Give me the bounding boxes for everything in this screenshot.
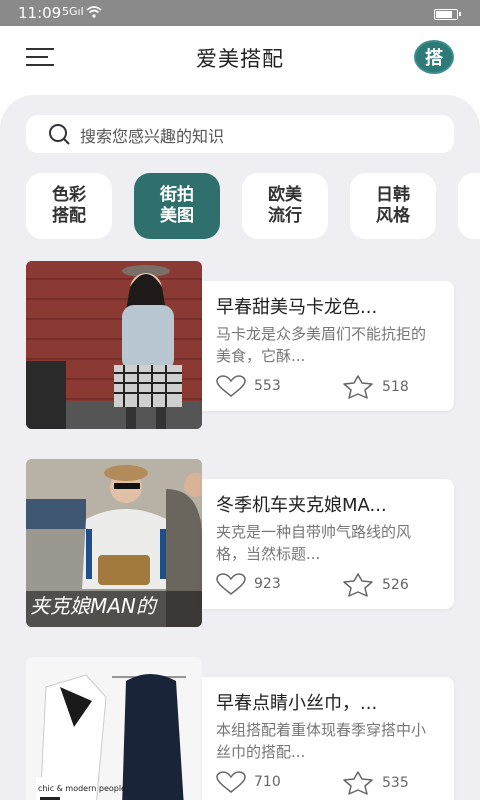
article-photo[interactable]: 夹克娘MAN的 — [26, 459, 202, 627]
page-title: 爱美搭配 — [196, 47, 284, 71]
article-stats: 710 535 — [216, 771, 440, 795]
category-chip-jk-style[interactable]: 日韩 风格 — [350, 173, 436, 239]
category-chip-color-matching[interactable]: 色彩 搭配 — [26, 173, 112, 239]
search-icon — [49, 124, 70, 145]
heart-icon — [216, 771, 246, 793]
search-input[interactable]: 搜索您感兴趣的知识 — [80, 123, 224, 147]
article-photo[interactable] — [26, 261, 202, 429]
chip-label: 流行 — [268, 206, 302, 226]
like-button[interactable]: 710 — [216, 771, 281, 793]
article-title[interactable]: 冬季机车夹克娘MA... — [216, 493, 440, 519]
chip-label: 美图 — [160, 206, 194, 226]
heart-icon — [216, 573, 246, 595]
heart-icon — [216, 375, 246, 397]
article-info: 冬季机车夹克娘MA... 夹克是一种自带帅气路线的风格，当然标题... 923 … — [202, 479, 454, 609]
like-count: 553 — [254, 378, 281, 394]
like-count: 710 — [254, 774, 281, 790]
like-button[interactable]: 553 — [216, 375, 281, 397]
wifi-icon — [86, 6, 102, 18]
article-description: 马卡龙是众多美眉们不能抗拒的美食，它酥... — [216, 325, 427, 365]
article-card[interactable]: 夹克娘MAN的 冬季机车夹克娘MA... 夹克是一种自带帅气路线的风格，当然标题… — [26, 459, 454, 627]
star-icon — [343, 375, 373, 399]
battery-icon — [434, 9, 461, 20]
photo-caption: 夹克娘MAN的 — [30, 594, 158, 618]
favorite-count: 535 — [382, 775, 409, 791]
signal-icon: 5Gıl — [62, 5, 84, 18]
article-description: 夹克是一种自带帅气路线的风格，当然标题... — [216, 523, 412, 563]
photo-caption: chic & modern people — [38, 784, 126, 793]
article-title[interactable]: 早春点睛小丝巾，... — [216, 691, 440, 717]
article-stats: 923 526 — [216, 573, 440, 597]
category-chip-western-trend[interactable]: 欧美 流行 — [242, 173, 328, 239]
article-info: 早春点睛小丝巾，... 本组搭配着重体现春季穿搭中小丝巾的搭配... 710 5… — [202, 677, 454, 800]
article-description: 本组搭配着重体现春季穿搭中小丝巾的搭配... — [216, 721, 427, 761]
status-bar: 11:09 5Gıl — [0, 0, 480, 26]
star-icon — [343, 771, 373, 795]
article-title[interactable]: 早春甜美马卡龙色... — [216, 295, 440, 321]
favorite-button[interactable]: 526 — [342, 573, 409, 597]
star-icon — [343, 573, 373, 597]
article-card[interactable]: chic & modern people 早春点睛小丝巾，... 本组搭配着重体… — [26, 657, 454, 800]
chip-label: 风格 — [376, 206, 410, 226]
chip-label: 色彩 — [52, 185, 86, 205]
favorite-count: 518 — [382, 379, 409, 395]
article-card[interactable]: 早春甜美马卡龙色... 马卡龙是众多美眉们不能抗拒的美食，它酥... 553 5… — [26, 261, 454, 429]
chip-label: 街拍 — [160, 185, 194, 205]
favorite-count: 526 — [382, 577, 409, 593]
search-bar[interactable]: 搜索您感兴趣的知识 — [26, 115, 454, 153]
chip-label: 日韩 — [376, 185, 410, 205]
article-stats: 553 518 — [216, 375, 440, 399]
article-info: 早春甜美马卡龙色... 马卡龙是众多美眉们不能抗拒的美食，它酥... 553 5… — [202, 281, 454, 411]
like-button[interactable]: 923 — [216, 573, 281, 595]
article-photo[interactable]: chic & modern people — [26, 657, 202, 800]
favorite-button[interactable]: 518 — [342, 375, 409, 399]
chip-label: 欧美 — [268, 185, 302, 205]
main-content: 搜索您感兴趣的知识 色彩 搭配 街拍 美图 欧美 流行 日韩 风格 早春甜美马卡… — [0, 95, 480, 800]
app-bar: 爱美搭配 搭 — [0, 26, 480, 88]
favorite-button[interactable]: 535 — [342, 771, 409, 795]
app-logo-badge[interactable]: 搭 — [414, 40, 454, 74]
category-chip-street-photo[interactable]: 街拍 美图 — [134, 173, 220, 239]
status-time: 11:09 — [18, 4, 62, 22]
category-chip-more[interactable] — [458, 173, 480, 239]
like-count: 923 — [254, 576, 281, 592]
chip-label: 搭配 — [52, 206, 86, 226]
